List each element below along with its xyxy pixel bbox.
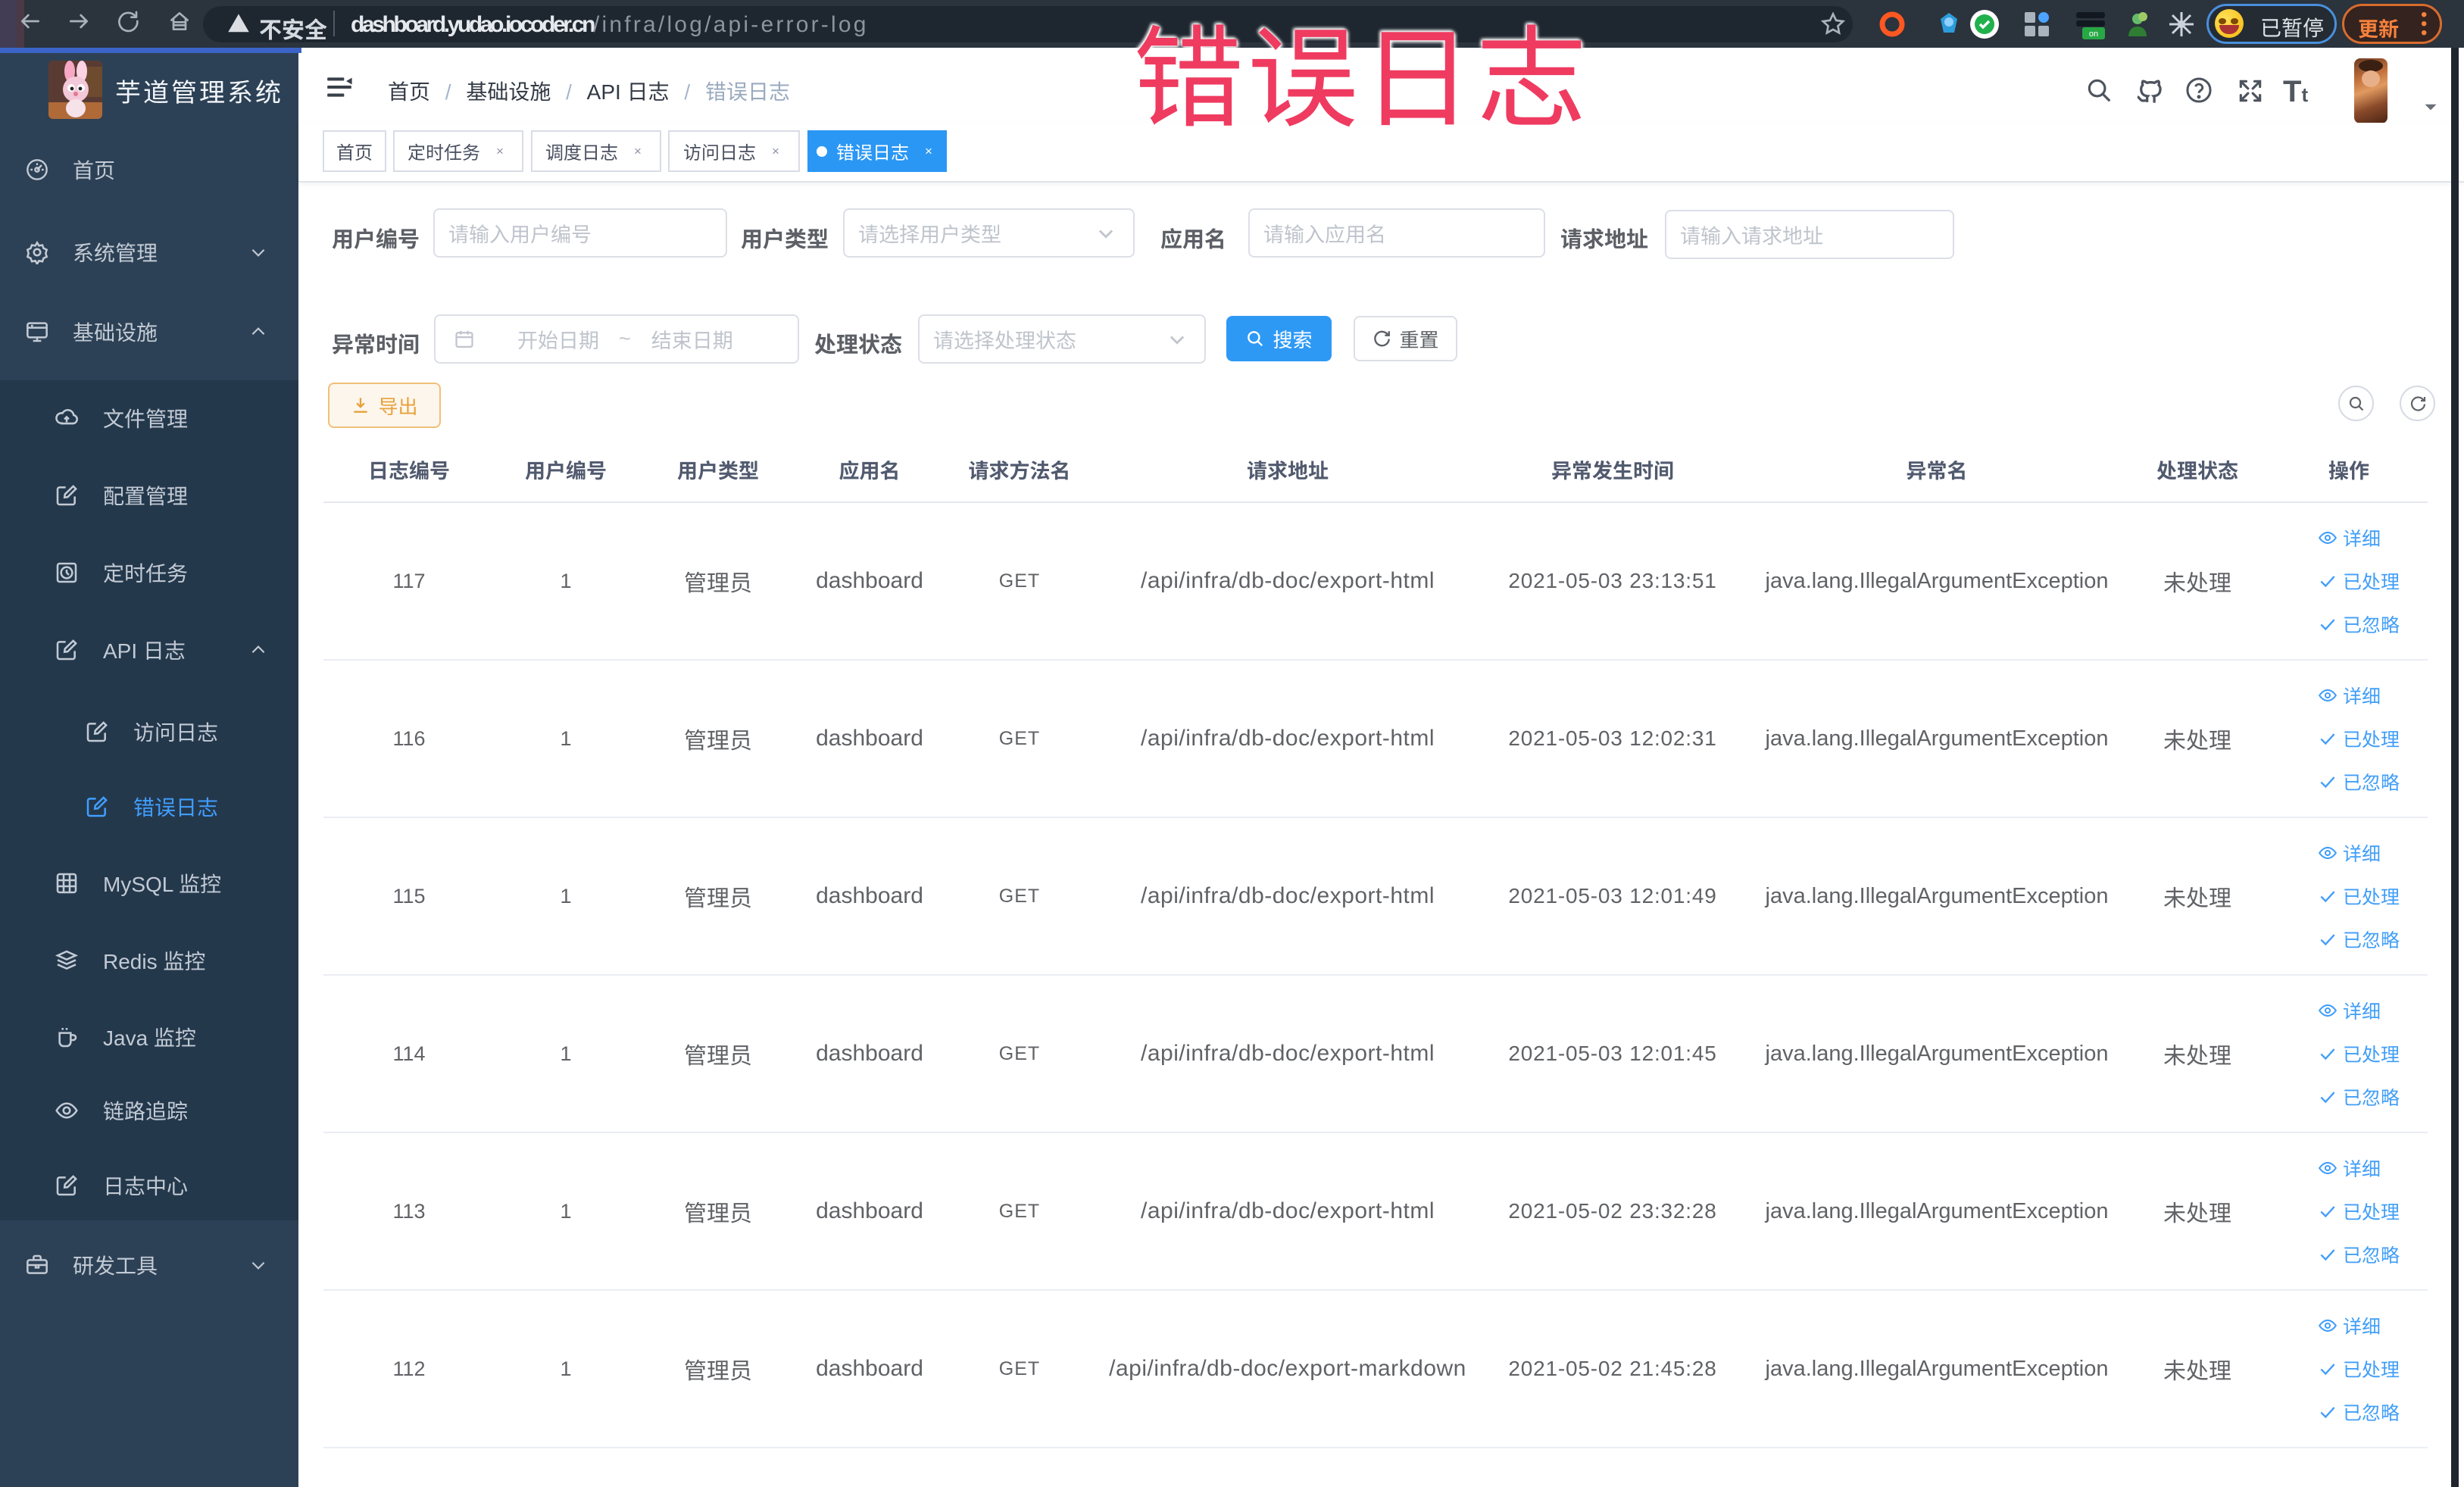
svg-text:on: on <box>2089 30 2098 39</box>
